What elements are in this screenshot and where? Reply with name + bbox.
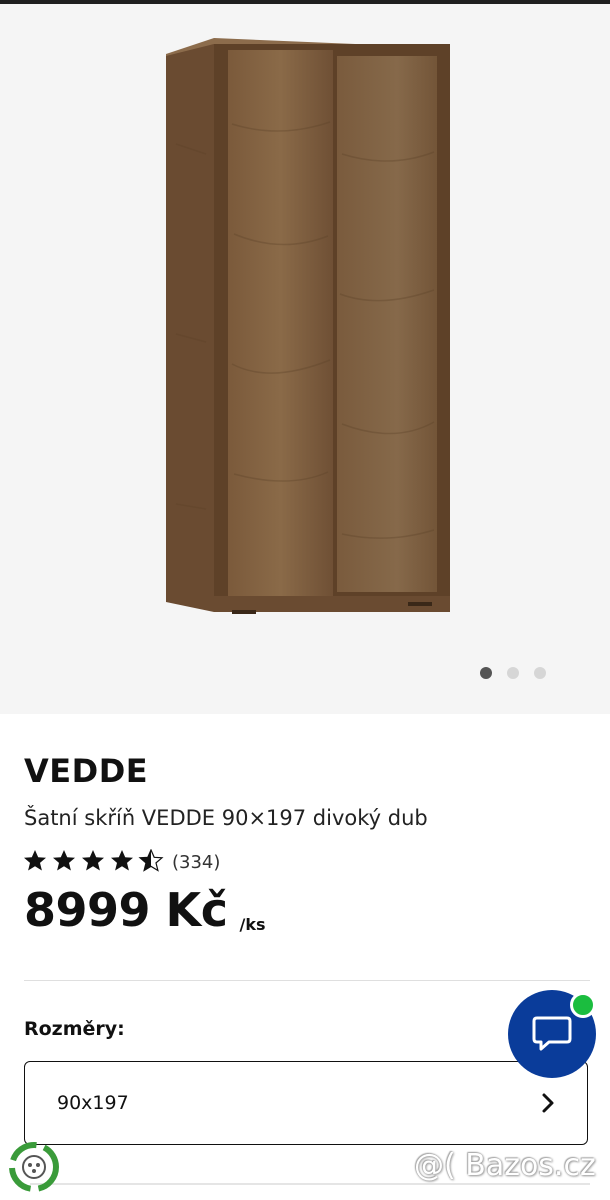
dimensions-value: 90x197	[57, 1092, 129, 1114]
recycle-icon	[9, 1142, 59, 1192]
bottom-divider	[30, 1183, 590, 1185]
product-rating[interactable]: (334)	[24, 848, 220, 876]
price-amount: 8999 Kč	[24, 883, 228, 937]
product-image-gallery[interactable]	[0, 4, 610, 714]
price-unit: /ks	[239, 915, 266, 934]
gallery-pagination	[480, 667, 546, 679]
dimensions-label: Rozměry:	[24, 1018, 125, 1040]
section-divider	[24, 980, 590, 981]
online-status-dot	[570, 992, 596, 1018]
watermark: @( Bazos.cz	[414, 1148, 596, 1183]
gallery-dot-3[interactable]	[534, 667, 546, 679]
product-description: Šatní skříň VEDDE 90×197 divoký dub	[24, 806, 428, 830]
rating-stars-icon	[24, 849, 164, 872]
chevron-right-icon	[542, 1093, 554, 1113]
product-price: 8999 Kč /ks	[24, 880, 265, 940]
chat-bubble-icon	[532, 1016, 572, 1051]
dimensions-selector[interactable]: 90x197	[24, 1061, 588, 1145]
product-brand: VEDDE	[24, 752, 149, 790]
gallery-dot-2[interactable]	[507, 667, 519, 679]
rating-count: (334)	[172, 851, 221, 873]
gallery-dot-1[interactable]	[480, 667, 492, 679]
wardrobe-image	[166, 38, 450, 614]
